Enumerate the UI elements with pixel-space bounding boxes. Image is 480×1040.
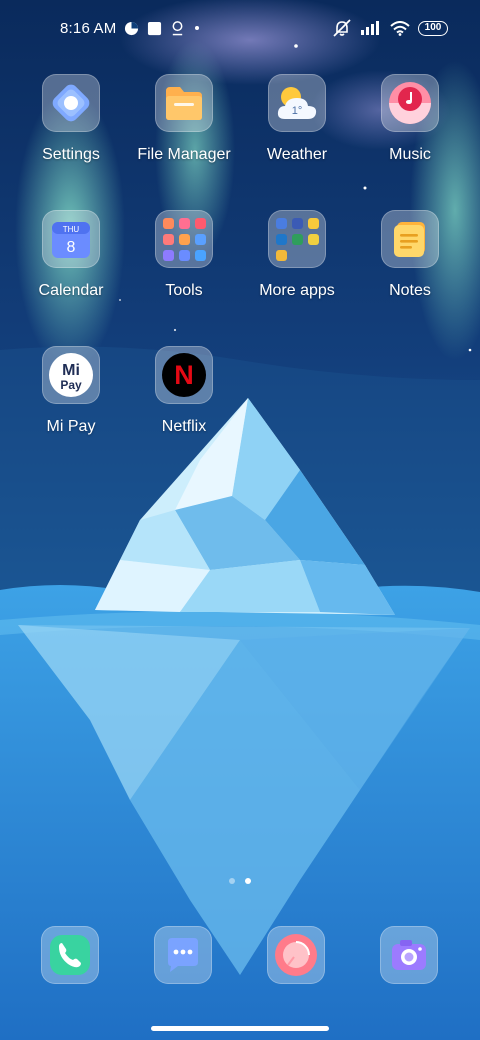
camera-icon bbox=[380, 926, 438, 984]
app-more-apps-folder[interactable]: More apps bbox=[237, 210, 357, 300]
status-bar: 8:16 AM 100 bbox=[0, 0, 480, 56]
page-dot-active bbox=[245, 878, 251, 884]
app-music[interactable]: Music bbox=[350, 74, 470, 164]
app-file-manager[interactable]: File Manager bbox=[124, 74, 244, 164]
app-label: File Manager bbox=[137, 146, 231, 163]
app-mi-pay[interactable]: Mi Pay Mi Pay bbox=[11, 346, 131, 436]
battery-icon: 100 bbox=[418, 20, 448, 36]
data-saver-icon bbox=[124, 21, 139, 36]
page-dot bbox=[229, 878, 235, 884]
calendar-day: 8 bbox=[67, 239, 76, 256]
mi-pay-logo-line2: Pay bbox=[60, 378, 82, 392]
mi-pay-icon: Mi Pay bbox=[42, 346, 100, 404]
app-label: Music bbox=[389, 146, 431, 163]
app-label: Tools bbox=[165, 282, 203, 299]
status-time: 8:16 AM bbox=[60, 19, 117, 37]
app-label: Calendar bbox=[38, 282, 104, 299]
app-tools-folder[interactable]: Tools bbox=[124, 210, 244, 300]
mute-icon bbox=[332, 19, 352, 37]
app-netflix[interactable]: N Netflix bbox=[124, 346, 244, 436]
netflix-logo: N bbox=[174, 360, 194, 390]
home-indicator[interactable] bbox=[151, 1026, 329, 1031]
phone-icon bbox=[41, 926, 99, 984]
app-label: Netflix bbox=[161, 418, 207, 435]
folder-icon bbox=[155, 74, 213, 132]
settings-icon bbox=[42, 74, 100, 132]
weather-temp: 1° bbox=[292, 105, 303, 117]
app-settings[interactable]: Settings bbox=[11, 74, 131, 164]
browser-icon bbox=[267, 926, 325, 984]
dot-icon bbox=[193, 24, 201, 32]
wifi-icon bbox=[390, 20, 410, 36]
app-label: Mi Pay bbox=[46, 418, 96, 435]
calendar-icon: THU 8 bbox=[42, 210, 100, 268]
location-icon bbox=[170, 20, 185, 36]
weather-icon: 1° bbox=[268, 74, 326, 132]
app-weather[interactable]: 1° Weather bbox=[237, 74, 357, 164]
app-label: Weather bbox=[266, 146, 328, 163]
app-label: Notes bbox=[389, 282, 431, 299]
netflix-icon: N bbox=[155, 346, 213, 404]
tools-folder-icon bbox=[155, 210, 213, 268]
notification-square-icon bbox=[147, 21, 162, 36]
app-notes[interactable]: Notes bbox=[350, 210, 470, 300]
dock-camera[interactable] bbox=[380, 926, 438, 984]
music-icon bbox=[381, 74, 439, 132]
app-label: Settings bbox=[42, 146, 100, 163]
signal-icon bbox=[360, 21, 382, 35]
app-calendar[interactable]: THU 8 Calendar bbox=[11, 210, 131, 300]
dock-phone[interactable] bbox=[41, 926, 99, 984]
mi-pay-logo-line1: Mi bbox=[62, 362, 80, 379]
messages-icon bbox=[154, 926, 212, 984]
notes-icon bbox=[381, 210, 439, 268]
dock-messages[interactable] bbox=[154, 926, 212, 984]
app-label: More apps bbox=[259, 282, 335, 299]
calendar-weekday: THU bbox=[63, 225, 80, 234]
dock-browser[interactable] bbox=[267, 926, 325, 984]
more-apps-folder-icon bbox=[268, 210, 326, 268]
page-indicator bbox=[0, 878, 480, 884]
